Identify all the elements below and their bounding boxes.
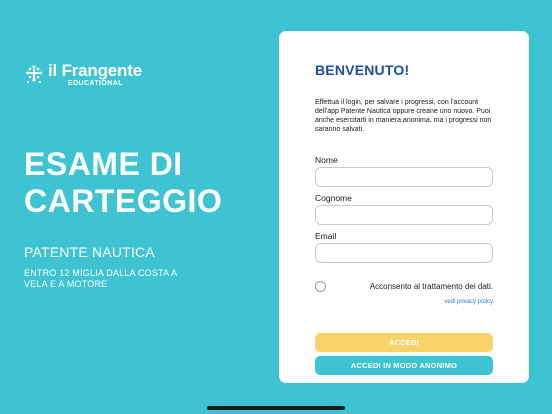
consent-checkbox[interactable]: [315, 280, 326, 292]
hero-title: ESAME DI CARTEGGIO: [24, 146, 223, 219]
nome-input[interactable]: [315, 167, 493, 187]
brand-name: il Frangente: [48, 61, 142, 80]
brand-logo: il Frangente EDUCATIONAL: [24, 62, 142, 88]
hero-note: ENTRO 12 MIGLIA DALLA COSTA A VELA E A M…: [24, 268, 177, 289]
login-button[interactable]: ACCEDI: [315, 333, 493, 352]
frangente-wave-logo-icon: [26, 65, 42, 84]
consent-row: Acconsento al trattamento dei dati.: [315, 279, 493, 293]
email-input[interactable]: [315, 243, 493, 263]
cognome-input[interactable]: [315, 205, 493, 225]
login-card: BENVENUTO! Effettua il login, per salvar…: [279, 31, 529, 383]
email-label: Email: [315, 231, 337, 241]
hero-section: ESAME DI CARTEGGIO PATENTE NAUTICA ENTRO…: [24, 146, 254, 290]
card-intro: Effettua il login, per salvare i progres…: [315, 99, 492, 133]
home-indicator: [207, 406, 345, 410]
nome-label: Nome: [315, 155, 338, 165]
brand-sub: EDUCATIONAL: [68, 80, 123, 87]
hero-subtitle: PATENTE NAUTICA: [24, 244, 155, 260]
consent-text: Acconsento al trattamento dei dati.: [369, 281, 493, 291]
anonymous-login-button[interactable]: ACCEDI IN MODO ANONIMO: [315, 356, 493, 375]
privacy-policy-link[interactable]: vedi privacy policy: [444, 299, 493, 305]
cognome-label: Cognome: [315, 193, 352, 203]
card-title: BENVENUTO!: [315, 62, 410, 78]
